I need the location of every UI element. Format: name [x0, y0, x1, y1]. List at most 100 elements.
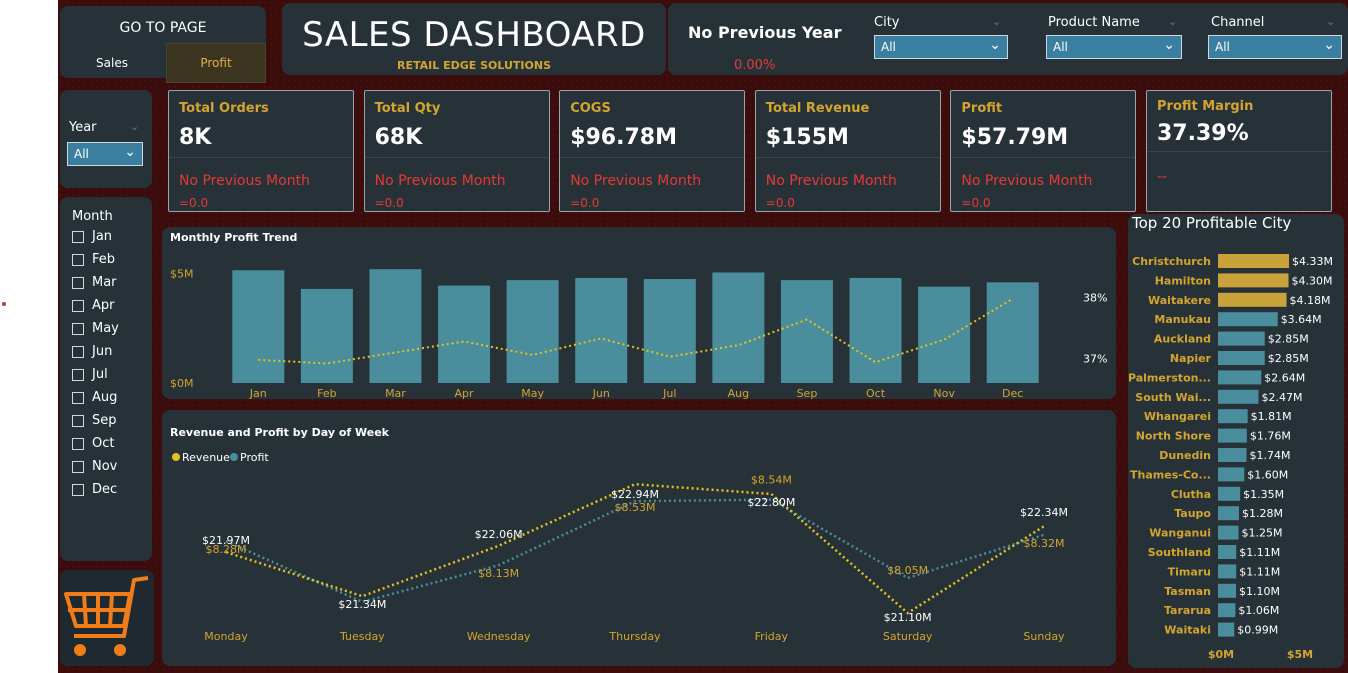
city-bar[interactable] [1218, 603, 1236, 618]
month-checkbox-may[interactable]: May [72, 321, 119, 336]
revenue-data-label: $22.80M [747, 496, 795, 509]
city-value-label: $1.35M [1243, 488, 1284, 501]
legend-profit-marker [230, 453, 238, 461]
chevron-down-icon[interactable]: ⌄ [130, 120, 139, 133]
checkbox[interactable] [72, 322, 84, 335]
city-bar[interactable] [1218, 273, 1289, 288]
month-checkbox-jan[interactable]: Jan [72, 229, 112, 244]
checkbox[interactable] [72, 483, 84, 496]
city-bar[interactable] [1218, 467, 1245, 482]
checkbox[interactable] [72, 345, 84, 358]
x-tick-label: Nov [933, 387, 955, 399]
sales-page-button[interactable]: Sales [62, 43, 162, 83]
shopping-cart-icon [64, 576, 149, 656]
bar-nov[interactable] [918, 286, 971, 383]
city-label: Napier [1170, 352, 1212, 365]
bar-sep[interactable] [780, 280, 833, 383]
city-bar[interactable] [1218, 564, 1237, 579]
kpi-title: Total Revenue [765, 101, 870, 116]
checkbox[interactable] [72, 253, 84, 266]
bar-aug[interactable] [712, 272, 765, 383]
city-bar[interactable] [1218, 622, 1235, 637]
bar-oct[interactable] [849, 277, 902, 383]
chevron-down-icon: ⌄ [1323, 37, 1335, 53]
city-value-label: $1.81M [1251, 410, 1292, 423]
checkbox[interactable] [72, 460, 84, 473]
month-checkbox-jul[interactable]: Jul [72, 367, 108, 382]
month-checkbox-mar[interactable]: Mar [72, 275, 117, 290]
profit-line [225, 498, 1045, 604]
month-checkbox-nov[interactable]: Nov [72, 459, 117, 474]
checkbox[interactable] [72, 276, 84, 289]
x-tick-label: Thursday [608, 630, 661, 643]
city-label: Southland [1148, 546, 1211, 559]
bar-jun[interactable] [575, 277, 628, 383]
bar-dec[interactable] [986, 282, 1039, 383]
profit-page-button[interactable]: Profit [166, 43, 266, 83]
city-bar[interactable] [1218, 583, 1237, 598]
city-label: Palmerston... [1128, 371, 1211, 384]
city-bar[interactable] [1218, 428, 1247, 443]
city-bar[interactable] [1218, 545, 1237, 559]
month-checkbox-dec[interactable]: Dec [72, 482, 117, 497]
checkbox[interactable] [72, 230, 84, 243]
city-bar[interactable] [1218, 331, 1265, 346]
city-bar[interactable] [1218, 506, 1239, 521]
city-bar[interactable] [1218, 312, 1278, 327]
bar-feb[interactable] [300, 288, 353, 383]
bar-apr[interactable] [438, 285, 491, 383]
month-checkbox-apr[interactable]: Apr [72, 298, 115, 313]
city-bar[interactable] [1218, 254, 1290, 268]
checkbox[interactable] [72, 299, 84, 312]
city-bar[interactable] [1218, 448, 1247, 462]
month-checkbox-jun[interactable]: Jun [72, 344, 112, 359]
city-bar[interactable] [1218, 370, 1262, 385]
kpi-card-total-revenue: Total Revenue $155M No Previous Month =0.0 [754, 90, 941, 212]
channel-dropdown[interactable]: All ⌄ [1208, 35, 1342, 59]
city-label: Waitaki [1164, 624, 1211, 637]
city-label: Taupo [1174, 507, 1211, 520]
bar-may[interactable] [506, 280, 559, 383]
city-dropdown-value: All [881, 40, 896, 54]
cart-panel [60, 570, 154, 666]
x-tick-label: Apr [455, 387, 475, 399]
checkbox[interactable] [72, 414, 84, 427]
chevron-down-icon[interactable]: ⌄ [1326, 15, 1335, 28]
city-label: Tararua [1164, 604, 1211, 617]
city-label: Dunedin [1159, 449, 1211, 462]
chevron-down-icon[interactable]: ⌄ [992, 15, 1001, 28]
kpi-card-profit: Profit $57.79M No Previous Month =0.0 [950, 90, 1137, 212]
checkbox[interactable] [72, 368, 84, 381]
x-tick-label: $5M [1287, 648, 1313, 661]
city-bar[interactable] [1218, 409, 1248, 424]
x-tick-label: May [521, 387, 544, 399]
month-checkbox-feb[interactable]: Feb [72, 252, 115, 267]
bar-jul[interactable] [643, 279, 696, 383]
chevron-down-icon[interactable]: ⌄ [1168, 15, 1177, 28]
city-bar[interactable] [1218, 292, 1287, 307]
month-checkbox-sep[interactable]: Sep [72, 413, 117, 428]
month-label: Apr [92, 298, 115, 313]
x-tick-label: Jun [592, 387, 610, 399]
product-dropdown[interactable]: All ⌄ [1046, 35, 1182, 59]
month-checkbox-aug[interactable]: Aug [72, 390, 117, 405]
bar-mar[interactable] [369, 269, 422, 383]
profit-data-label: $8.28M [206, 543, 247, 556]
city-label: Timaru [1168, 565, 1211, 578]
city-bar[interactable] [1218, 389, 1259, 404]
x-tick-label: Oct [866, 387, 886, 399]
city-bar[interactable] [1218, 351, 1265, 365]
checkbox[interactable] [72, 391, 84, 404]
y2-tick-label: 38% [1083, 292, 1107, 305]
city-bar[interactable] [1218, 525, 1239, 540]
divider [169, 157, 353, 158]
month-label: May [92, 321, 119, 336]
city-dropdown[interactable]: All ⌄ [874, 35, 1008, 59]
year-dropdown[interactable]: All ⌄ [67, 142, 143, 166]
bar-jan[interactable] [232, 270, 285, 383]
month-checkbox-oct[interactable]: Oct [72, 436, 114, 451]
kpi-value: $96.78M [570, 125, 677, 150]
checkbox[interactable] [72, 437, 84, 450]
city-bar[interactable] [1218, 486, 1241, 501]
top-city-chart: Christchurch $4.33M Hamilton $4.30M Waitaker… [1128, 254, 1333, 661]
